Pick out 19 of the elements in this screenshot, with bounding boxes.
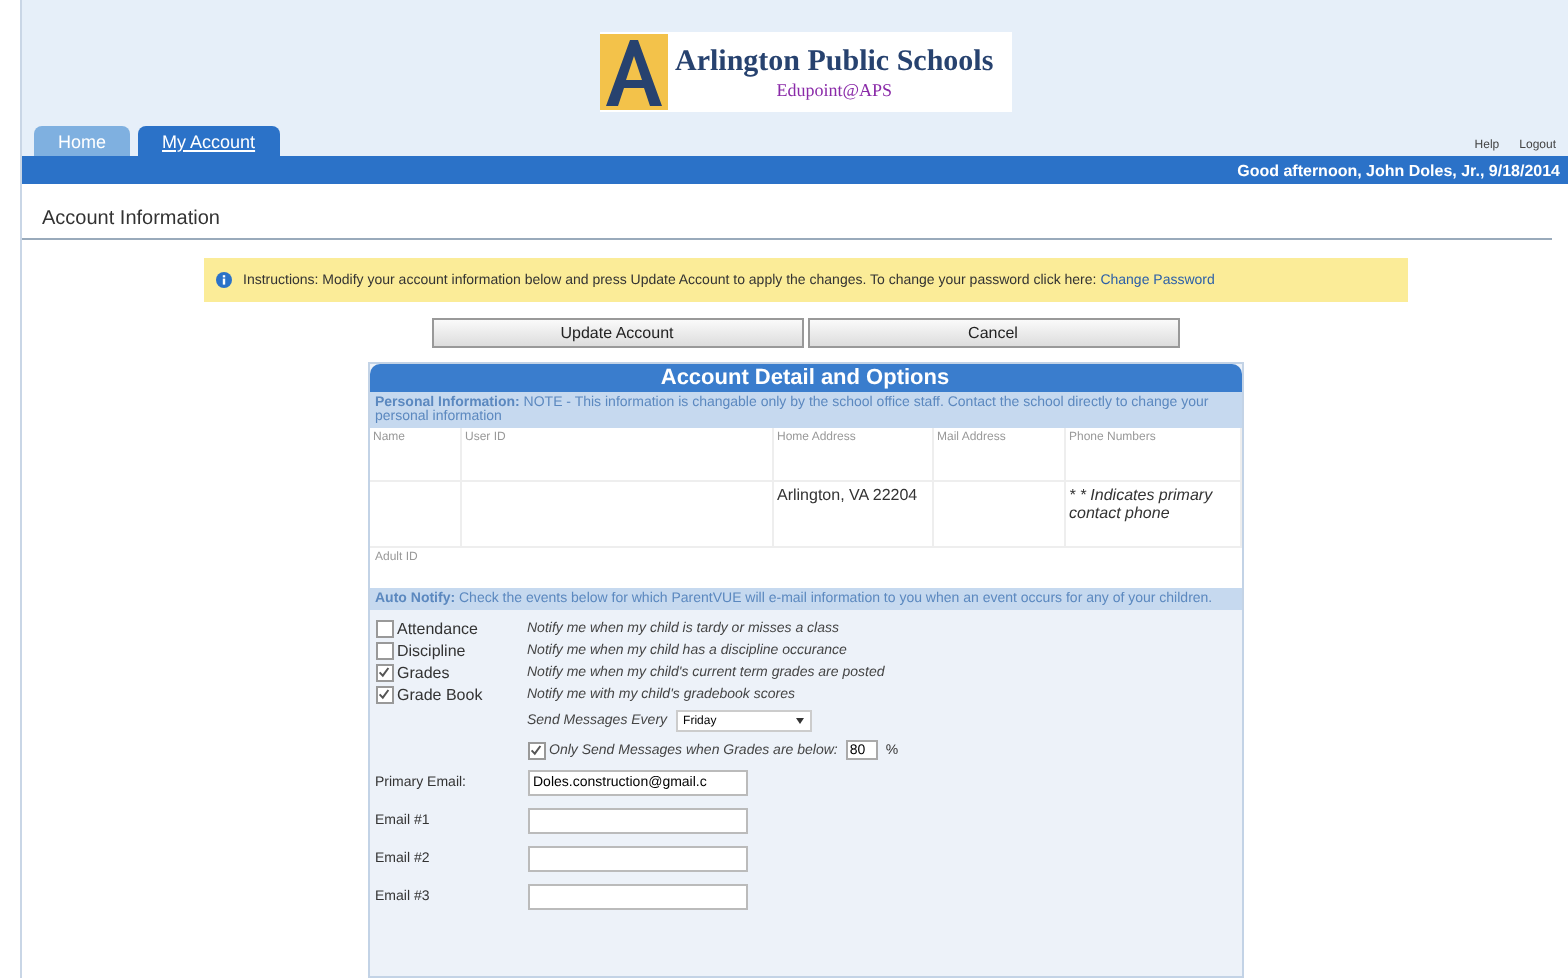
email-input[interactable] [527, 884, 747, 910]
notify-checkbox[interactable]: Attendance [375, 620, 527, 638]
page-title: Account Information [22, 200, 1552, 240]
greeting-text: Good afternoon, John Doles, Jr., 9/18/2014 [1237, 161, 1560, 179]
email-input[interactable] [527, 808, 747, 834]
email-input[interactable] [527, 846, 747, 872]
nav-tab[interactable]: My Account [138, 126, 280, 156]
logo-title: Arlington Public Schools [675, 45, 994, 79]
checkmark-icon [530, 743, 542, 755]
notify-checkbox[interactable]: Grade Book [375, 686, 527, 704]
form-button[interactable]: Update Account [431, 318, 803, 348]
panel-title: Account Detail and Options [369, 364, 1241, 392]
notify-checkbox[interactable]: Discipline [375, 642, 527, 660]
form-button[interactable]: Cancel [807, 318, 1179, 348]
caret-icon [795, 718, 804, 724]
logo-subtitle: Edupoint@APS [776, 79, 892, 99]
letter-logo-icon [599, 34, 667, 110]
notify-checkbox[interactable]: Grades [375, 664, 527, 682]
info-icon [215, 272, 231, 288]
